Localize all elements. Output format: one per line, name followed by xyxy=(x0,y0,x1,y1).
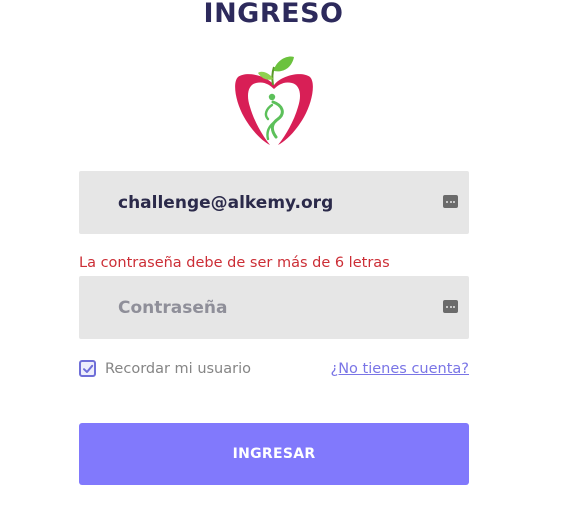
remember-me[interactable]: Recordar mi usuario xyxy=(79,360,251,377)
password-placeholder: Contraseña xyxy=(118,297,228,318)
email-value: challenge@alkemy.org xyxy=(118,192,334,213)
password-manager-icon[interactable] xyxy=(443,300,458,313)
checkmark-icon xyxy=(82,364,93,373)
password-field[interactable]: Contraseña xyxy=(79,276,469,339)
remember-checkbox[interactable] xyxy=(79,360,96,377)
submit-button[interactable]: INGRESAR xyxy=(79,423,469,485)
password-manager-icon[interactable] xyxy=(443,195,458,208)
login-page: INGRESO challenge@alkemy.org La contrase… xyxy=(0,0,563,514)
apple-figure-logo xyxy=(235,56,313,145)
email-field[interactable]: challenge@alkemy.org xyxy=(79,171,469,234)
remember-label: Recordar mi usuario xyxy=(105,360,251,377)
password-error-message: La contraseña debe de ser más de 6 letra… xyxy=(79,255,390,271)
signup-link[interactable]: ¿No tienes cuenta? xyxy=(331,361,469,377)
page-title: INGRESO xyxy=(203,0,344,29)
